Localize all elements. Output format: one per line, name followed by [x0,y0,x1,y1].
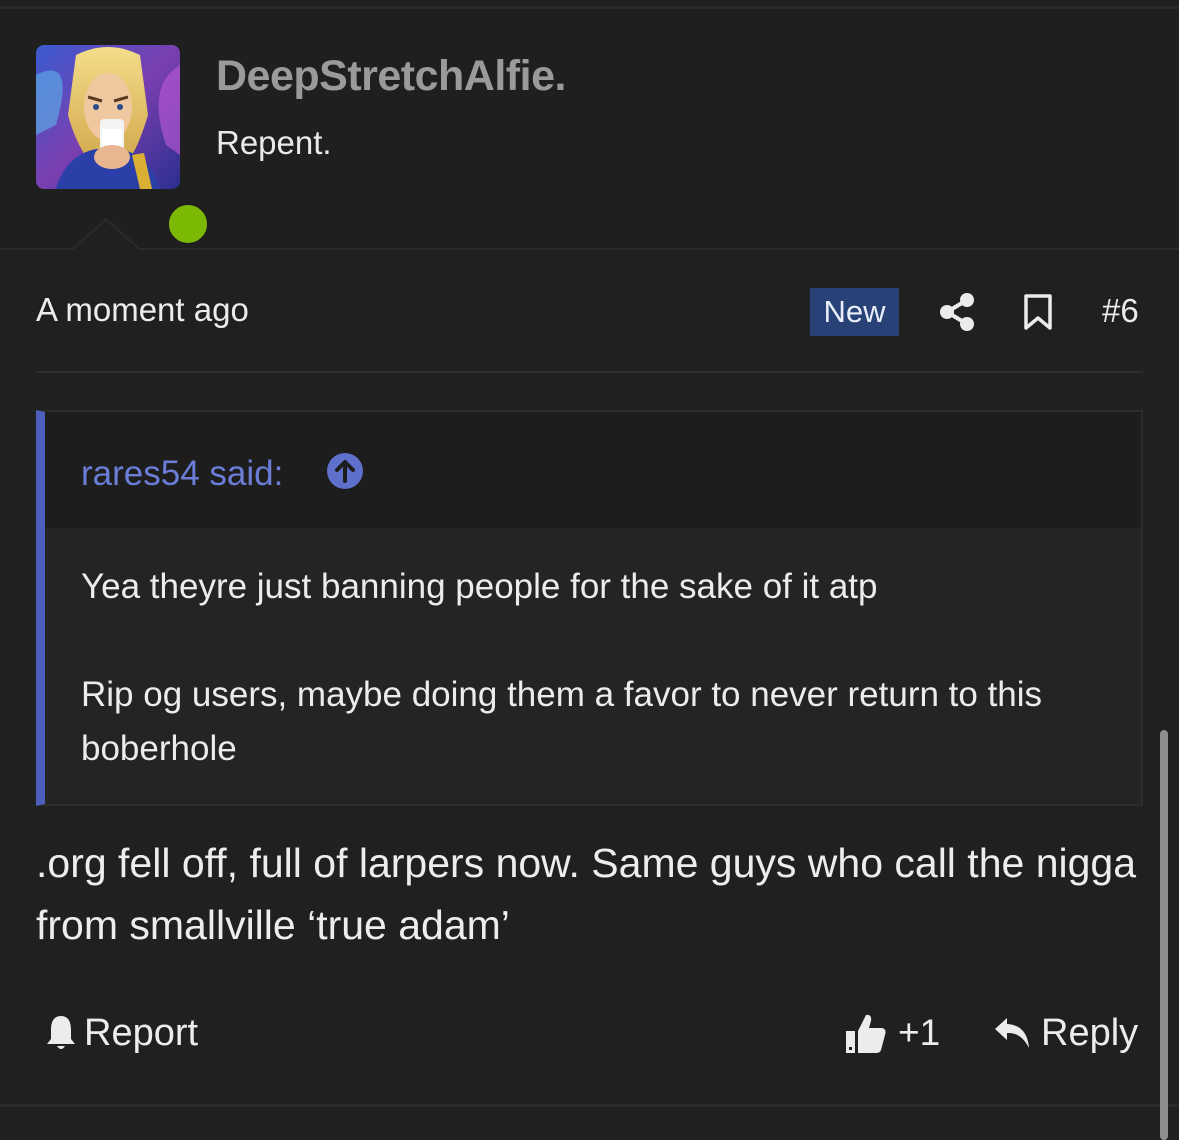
quote-text-line: Rip og users, maybe doing them a favor t… [81,675,1043,768]
post-body: .org fell off, full of larpers now. Same… [36,840,1137,948]
avatar-image [36,45,180,189]
report-label: Report [84,1011,199,1054]
user-title: Repent. [216,124,332,161]
header-pointer-inner [72,221,140,251]
report-button[interactable]: Report [44,1010,198,1056]
like-button[interactable]: +1 [844,1008,940,1058]
user-avatar[interactable] [36,45,212,248]
quote-author[interactable]: rares54 said: [81,454,283,494]
reply-button[interactable]: Reply [993,1010,1138,1056]
post-number-link[interactable]: #6 [1102,292,1139,330]
reply-arrow-icon [995,1018,1029,1048]
new-badge: New [810,288,899,336]
reply-label: Reply [1041,1011,1139,1054]
share-icon[interactable] [939,292,975,332]
online-status-dot [164,200,212,248]
meta-divider [36,371,1143,373]
quote-header[interactable]: rares54 said: [45,412,1141,528]
post-timestamp[interactable]: A moment ago [36,291,249,329]
bottom-divider [0,1104,1179,1107]
arrow-up-circle-icon[interactable] [326,452,364,490]
thumbs-up-icon [846,1014,886,1053]
bell-icon [47,1016,75,1049]
quote-block: rares54 said: Yea theyre just banning pe… [36,410,1143,806]
header-divider [0,248,1179,250]
bookmark-icon[interactable] [1023,293,1053,331]
username[interactable]: DeepStretchAlfie. [216,52,566,101]
reaction-count[interactable]: +1 [898,1012,940,1054]
scrollbar[interactable] [1160,730,1168,1140]
quote-text-line: Yea theyre just banning people for the s… [81,567,878,606]
